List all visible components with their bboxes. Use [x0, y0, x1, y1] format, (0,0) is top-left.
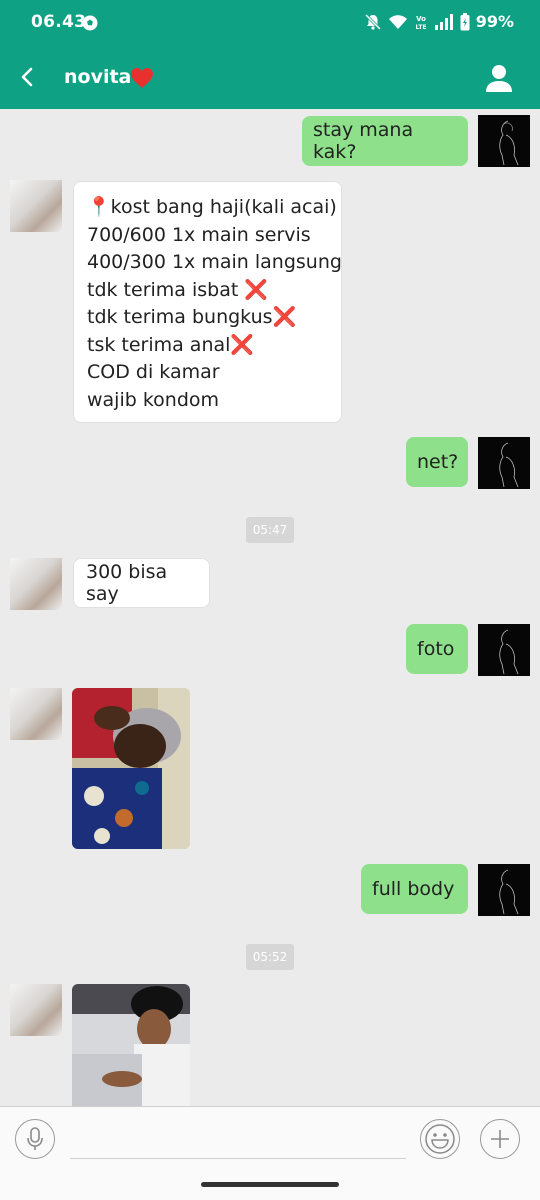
microphone-icon	[27, 1127, 43, 1150]
contact-avatar[interactable]	[10, 688, 62, 740]
message-line: wajib kondom	[87, 388, 220, 411]
message-line: 📍kost bang haji(kali acai)	[87, 196, 337, 218]
silhouette-image	[499, 629, 519, 675]
contact-avatar[interactable]	[10, 984, 62, 1036]
profile-icon[interactable]	[484, 63, 514, 93]
outgoing-message[interactable]: foto	[406, 624, 468, 674]
incoming-message[interactable]: 300 bisa say	[73, 558, 210, 608]
plus-icon	[491, 1130, 509, 1148]
emoji-icon	[425, 1124, 455, 1154]
timestamp-badge: 05:47	[246, 517, 294, 543]
emoji-button[interactable]	[420, 1119, 460, 1159]
timestamp-badge: 05:52	[246, 944, 294, 970]
heart-icon	[131, 68, 153, 88]
outgoing-message[interactable]: full body	[361, 864, 468, 914]
message-line: tdk terima isbat ❌	[87, 278, 269, 301]
silhouette-image	[499, 442, 519, 488]
photo-image	[72, 688, 190, 849]
svg-text:LTE: LTE	[415, 24, 426, 31]
my-avatar[interactable]	[478, 624, 530, 676]
photo-image	[72, 984, 190, 1106]
my-avatar[interactable]	[478, 864, 530, 916]
message-line: tdk terima bungkus❌	[87, 306, 297, 328]
chat-messages[interactable]: stay mana kak? 📍kost bang haji(kali acai…	[0, 109, 540, 1106]
silhouette-image	[499, 869, 519, 915]
chat-header: novita	[0, 46, 540, 109]
message-line: COD di kamar	[87, 361, 220, 383]
photo-message[interactable]	[72, 984, 190, 1106]
back-button[interactable]	[10, 60, 44, 94]
wifi-icon	[388, 14, 407, 29]
contact-avatar[interactable]	[10, 558, 62, 610]
contact-name[interactable]: novita	[64, 66, 131, 88]
back-arrow-icon	[21, 67, 33, 87]
message-line: tsk terima anal❌	[87, 333, 255, 356]
message-line: 700/600 1x main servis	[87, 223, 311, 246]
message-input[interactable]	[70, 1119, 406, 1159]
photo-message[interactable]	[72, 688, 190, 849]
status-time: 06.43	[31, 12, 87, 32]
home-indicator[interactable]	[201, 1182, 339, 1187]
microphone-button[interactable]	[15, 1119, 55, 1159]
silhouette-image	[499, 120, 519, 166]
soccer-ball-icon	[82, 15, 98, 31]
contact-avatar[interactable]	[10, 180, 62, 232]
volte-icon: Vo LTE	[415, 15, 426, 31]
incoming-message[interactable]: 📍kost bang haji(kali acai) 700/600 1x ma…	[73, 181, 342, 423]
outgoing-message[interactable]: stay mana kak?	[302, 116, 468, 166]
mute-bell-icon	[364, 13, 381, 30]
svg-text:Vo: Vo	[416, 15, 426, 23]
outgoing-message[interactable]: net?	[406, 437, 468, 487]
signal-icon	[434, 13, 453, 30]
my-avatar[interactable]	[478, 437, 530, 489]
battery-percent: 99%	[475, 12, 514, 31]
attach-button[interactable]	[480, 1119, 520, 1159]
battery-icon	[460, 12, 470, 30]
status-bar: 06.43 Vo LTE 99%	[0, 0, 540, 46]
my-avatar[interactable]	[478, 115, 530, 167]
message-line: 400/300 1x main langsung	[87, 251, 342, 273]
status-right-group: Vo LTE 99%	[364, 12, 514, 31]
